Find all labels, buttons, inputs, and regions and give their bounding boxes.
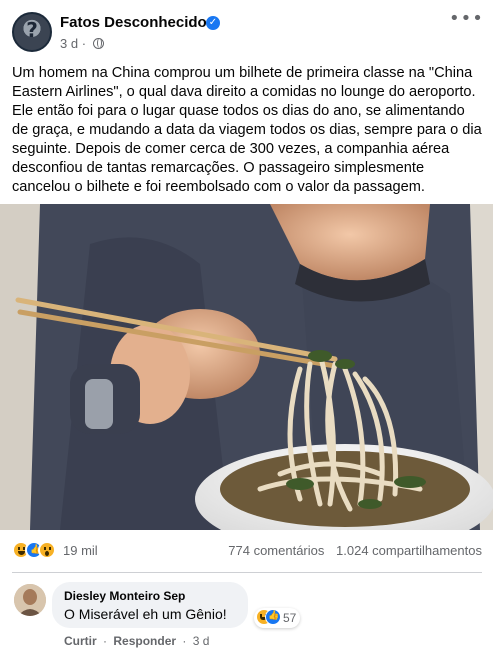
comment-author-link[interactable]: Diesley Monteiro Sep	[64, 589, 185, 603]
comment-time-link[interactable]: 3 d	[193, 634, 210, 648]
post-text-line: Ele então foi para o lugar quase todos o…	[12, 103, 465, 119]
page-avatar[interactable]: ?	[12, 12, 52, 52]
commenter-avatar[interactable]	[14, 584, 46, 616]
comment-bubble: Diesley Monteiro Sep O Miserável eh um G…	[52, 582, 248, 628]
facebook-post: ? Fatos Desconhecidos ✓ 3 d · ••• Um hom…	[0, 0, 493, 652]
noodles-photo-illustration	[0, 204, 493, 530]
comment-text: O Miserável eh um Gênio!	[64, 606, 227, 622]
wow-reaction-icon	[38, 541, 56, 559]
meta-separator: ·	[81, 36, 87, 51]
post-text-line: seguinte. Depois de comer cerca de 300 v…	[12, 141, 450, 157]
post-text-line: Um homem na China comprou um bilhete de …	[12, 65, 473, 81]
post-photo[interactable]	[0, 204, 493, 530]
post-text-line: Eastern Airlines", o qual dava direito a…	[12, 84, 476, 100]
divider	[12, 572, 482, 573]
comment-reply-button[interactable]: Responder	[113, 634, 176, 648]
post-meta: 3 d ·	[60, 36, 104, 51]
post-header: ? Fatos Desconhecidos ✓ 3 d · •••	[12, 10, 483, 54]
verified-badge-icon: ✓	[206, 16, 220, 30]
comment-reactions[interactable]: 👍 57	[254, 608, 300, 628]
page-name-link[interactable]: Fatos Desconhecidos	[60, 14, 215, 31]
comment-reaction-count: 57	[283, 611, 297, 625]
reaction-count[interactable]: 19 mil	[63, 543, 98, 558]
commenter-photo	[14, 584, 46, 616]
avatar-question-mark: ?	[26, 18, 38, 42]
post-text: Um homem na China comprou um bilhete de …	[12, 64, 482, 197]
comment-like-button[interactable]: Curtir	[64, 634, 97, 648]
reaction-icons[interactable]: 👍	[12, 541, 60, 559]
post-text-line: cancelou o bilhete e foi reembolsado com…	[12, 179, 425, 195]
action-separator: ·	[103, 634, 108, 648]
like-reaction-icon: 👍	[265, 609, 281, 625]
comments-count-link[interactable]: 774 comentários	[228, 543, 324, 558]
post-text-line: de graça, e mudando a data da viagem tod…	[12, 122, 482, 138]
globe-icon	[92, 38, 104, 49]
engagement-counts: 774 comentários 1.024 compartilhamentos	[228, 543, 482, 558]
action-separator: ·	[182, 634, 187, 648]
more-options-button[interactable]: •••	[449, 10, 483, 32]
post-text-line: desconfiou de tantas remarcações. O pass…	[12, 160, 425, 176]
shares-count-link[interactable]: 1.024 compartilhamentos	[336, 543, 482, 558]
reactions-bar: 👍 19 mil 774 comentários 1.024 compartil…	[12, 541, 482, 563]
post-time-link[interactable]: 3 d	[60, 36, 78, 51]
comment-actions: Curtir · Responder · 3 d	[64, 634, 209, 648]
